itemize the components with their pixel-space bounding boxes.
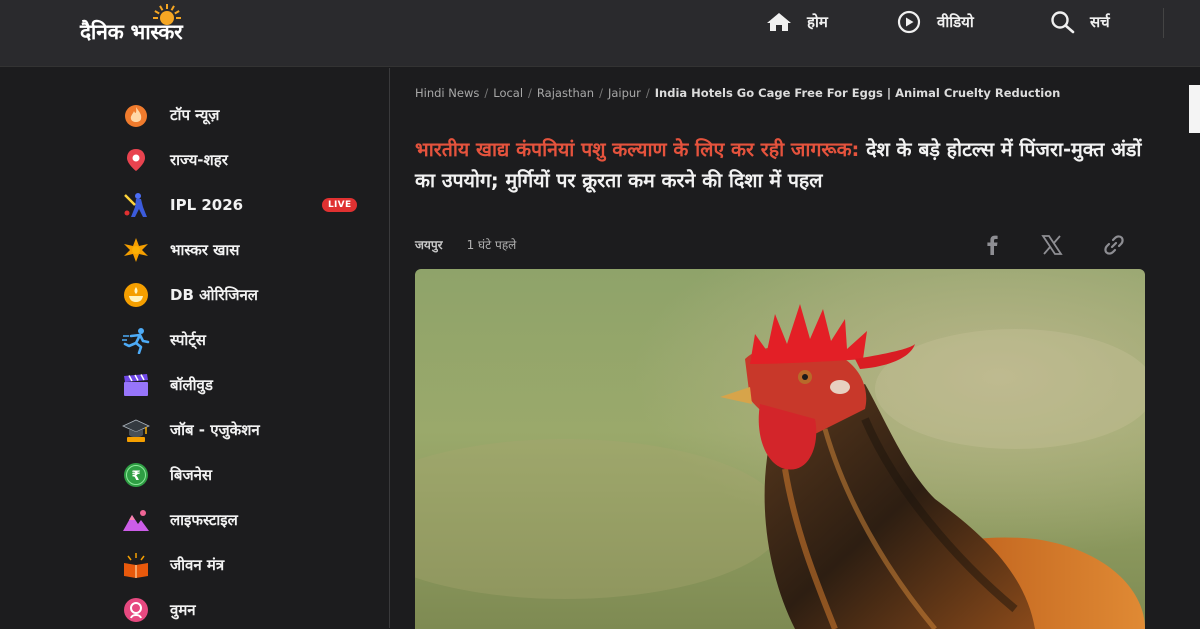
sidebar-item-label: जॉब - एजुकेशन (170, 421, 260, 439)
play-circle-icon (897, 10, 921, 34)
sidebar-item-label: बिजनेस (170, 466, 213, 484)
nav-home-label: होम (807, 13, 828, 31)
rupee-coin-icon: ₹ (120, 460, 152, 490)
sidebar-item-label: लाइफस्टाइल (170, 511, 238, 529)
sidebar-item-label: टॉप न्यूज़ (170, 106, 220, 124)
sidebar-item-label: वुमन (170, 601, 196, 619)
sidebar-item-label: IPL 2026 (170, 196, 244, 214)
right-margin (1170, 68, 1200, 628)
sidebar-item-label: राज्य-शहर (170, 151, 228, 169)
breadcrumb-link[interactable]: Local (493, 86, 523, 100)
breadcrumb-link[interactable]: Hindi News (415, 86, 479, 100)
breadcrumb-link[interactable]: Rajasthan (537, 86, 594, 100)
sidebar-item-state-city[interactable]: राज्य-शहर (120, 145, 370, 175)
article-headline: भारतीय खाद्य कंपनियां पशु कल्याण के लिए … (415, 134, 1150, 196)
article-timestamp: 1 घंटे पहले (466, 238, 517, 252)
sidebar-item-db-original[interactable]: DB ओरिजिनल (120, 280, 370, 310)
sidebar-item-label: जीवन मंत्र (170, 556, 225, 574)
headline-kicker: भारतीय खाद्य कंपनियां पशु कल्याण के लिए … (415, 138, 860, 161)
woman-icon (120, 595, 152, 625)
location-pin-icon (120, 145, 152, 175)
sidebar-item-bollywood[interactable]: बॉलीवुड (120, 370, 370, 400)
link-icon (1104, 235, 1124, 255)
flame-icon (120, 100, 152, 130)
article-hero-image (415, 269, 1145, 629)
breadcrumb-link[interactable]: Jaipur (608, 86, 641, 100)
breadcrumb-separator: / (528, 86, 532, 100)
sidebar-item-bhaskar-khas[interactable]: भास्कर खास (120, 235, 370, 265)
sidebar-item-label: भास्कर खास (170, 241, 240, 259)
nav-video-label: वीडियो (937, 13, 974, 31)
sidebar-item-sports[interactable]: स्पोर्ट्स (120, 325, 370, 355)
graduation-cap-icon (120, 415, 152, 445)
breadcrumb-separator: / (484, 86, 489, 100)
diya-lamp-icon (120, 280, 152, 310)
article-meta: जयपुर 1 घंटे पहले (415, 236, 516, 253)
article-main: Hindi News / Local / Rajasthan / Jaipur / India … (391, 68, 1169, 629)
sidebar-item-lifestyle[interactable]: लाइफस्टाइल (120, 505, 370, 535)
copy-link-button[interactable] (1101, 232, 1127, 258)
top-header: दैनिक भास्कर होम वीडियो सर्च (0, 0, 1200, 67)
x-icon (1041, 235, 1063, 255)
breadcrumb-current: India Hotels Go Cage Free For Eggs | Ani… (654, 86, 1061, 100)
nav-search-label: सर्च (1090, 13, 1110, 31)
sidebar-item-woman[interactable]: वुमन (120, 595, 370, 625)
header-divider (1163, 8, 1164, 38)
mountain-icon (120, 505, 152, 535)
nav-home[interactable]: होम (765, 10, 828, 34)
logo-text: दैनिक भास्कर (80, 20, 183, 44)
clapperboard-icon (120, 370, 152, 400)
search-icon (1051, 11, 1075, 34)
sidebar-item-ipl[interactable]: IPL 2026 LIVE (120, 190, 370, 220)
breadcrumb-separator: / (599, 86, 603, 100)
sidebar-item-label: बॉलीवुड (170, 376, 213, 394)
facebook-icon (987, 235, 998, 255)
sidebar-item-job-education[interactable]: जॉब - एजुकेशन (120, 415, 370, 445)
sidebar-item-business[interactable]: ₹ बिजनेस (120, 460, 370, 490)
nav-video[interactable]: वीडियो (895, 10, 974, 34)
running-man-icon (120, 325, 152, 355)
article-location: जयपुर (415, 238, 443, 252)
nav-search[interactable]: सर्च (1050, 10, 1110, 34)
sidebar-item-label: DB ओरिजिनल (170, 286, 258, 304)
dainik-bhaskar-logo[interactable]: दैनिक भास्कर (80, 4, 255, 56)
breadcrumb: Hindi News / Local / Rajasthan / Jaipur / India … (415, 85, 1115, 102)
cricket-player-icon (120, 190, 152, 220)
share-x-button[interactable] (1039, 232, 1065, 258)
book-sunrise-icon (120, 550, 152, 580)
home-icon (767, 13, 791, 31)
sidebar: टॉप न्यूज़ राज्य-शहर IPL 2026 LIVE भास्क… (0, 68, 390, 628)
breadcrumb-separator: / (645, 86, 650, 100)
rooster-photo (415, 269, 1145, 629)
svg-text:₹: ₹ (131, 469, 140, 484)
sidebar-item-label: स्पोर्ट्स (170, 331, 206, 349)
share-facebook-button[interactable] (979, 232, 1005, 258)
sidebar-item-jeevan-mantra[interactable]: जीवन मंत्र (120, 550, 370, 580)
sidebar-item-top-news[interactable]: टॉप न्यूज़ (120, 100, 370, 130)
scrollbar-thumb[interactable] (1189, 85, 1200, 133)
star-burst-icon (120, 235, 152, 265)
live-badge: LIVE (322, 198, 358, 212)
